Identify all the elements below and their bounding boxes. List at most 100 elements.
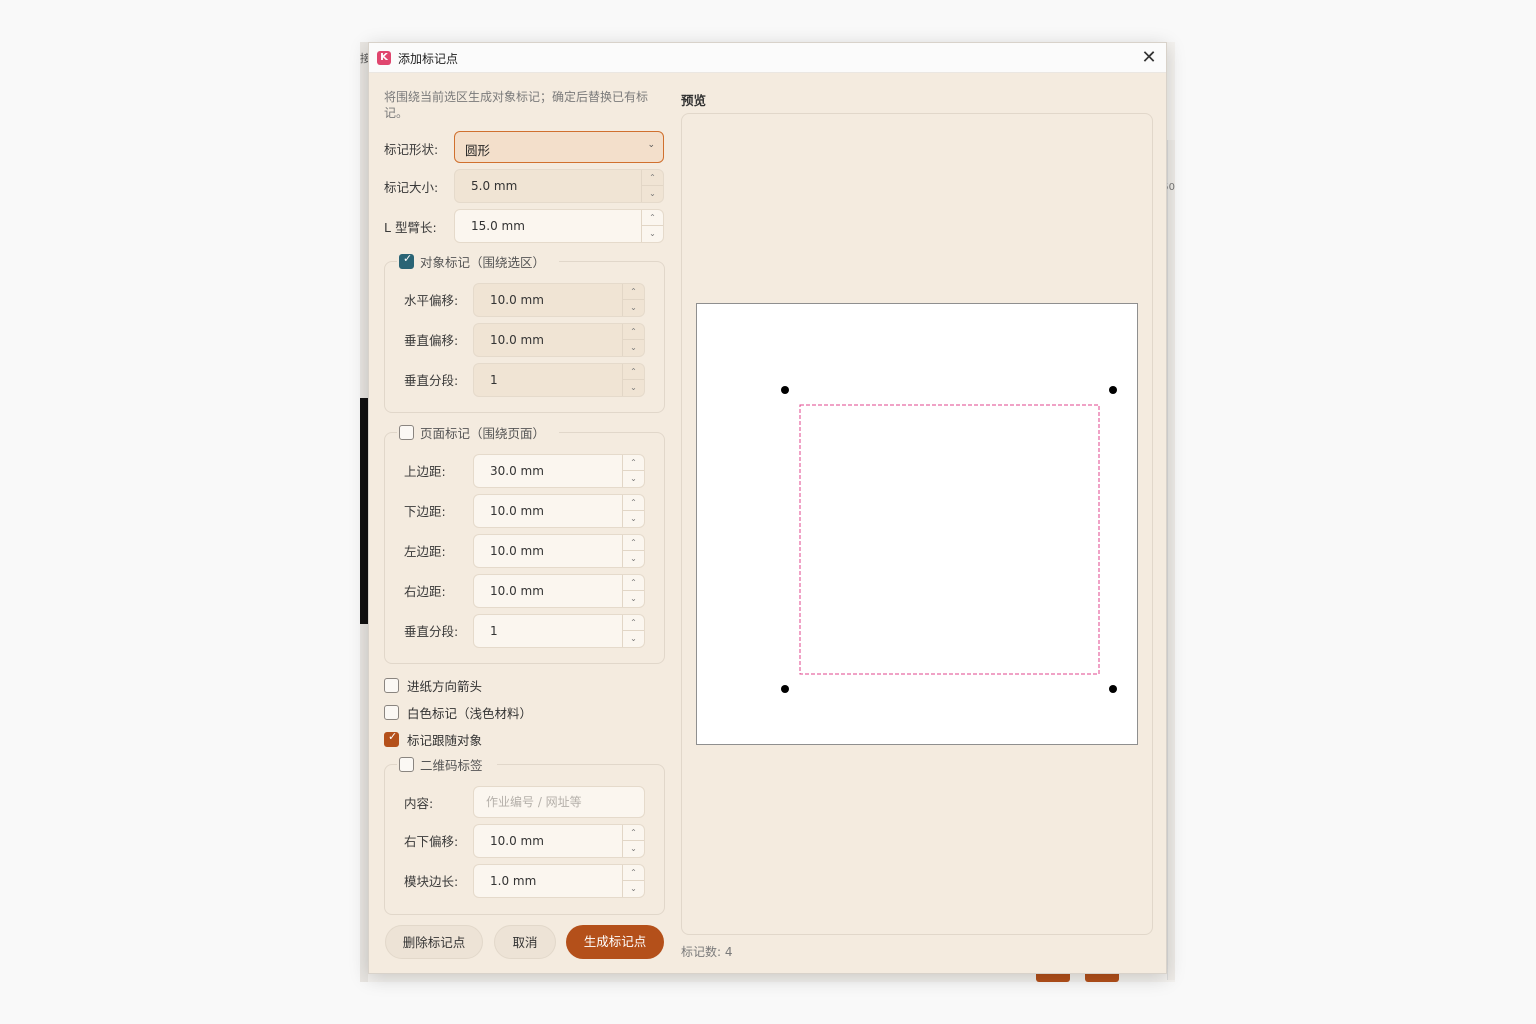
left-margin-label: 左边距: [404, 544, 446, 559]
spin-down-icon[interactable]: ⌄ [642, 226, 663, 242]
generate-markers-button[interactable]: 生成标记点 [566, 925, 664, 959]
bottom-margin-spinbox[interactable]: 10.0 mm ⌃ ⌄ [473, 494, 645, 528]
qr-offset-spinbox[interactable]: 10.0 mm ⌃ ⌄ [473, 824, 645, 858]
top-margin-label: 上边距: [404, 464, 446, 479]
marker-dot-top-right [1109, 386, 1117, 394]
spin-up-icon[interactable]: ⌃ [623, 575, 644, 591]
marker-dot-bottom-right [1109, 685, 1117, 693]
spin-down-icon[interactable]: ⌄ [623, 511, 644, 527]
object-marks-checkbox[interactable]: ✓ [399, 252, 414, 269]
cancel-button[interactable]: 取消 [494, 925, 556, 959]
v-offset-label: 垂直偏移: [404, 333, 459, 348]
right-margin-label: 右边距: [404, 584, 446, 599]
arm-length-label: L 型臂长: [384, 220, 437, 235]
top-margin-spinbox[interactable]: 30.0 mm ⌃ ⌄ [473, 454, 645, 488]
qr-content-label: 内容: [404, 796, 434, 811]
background-dark-panel [360, 398, 368, 624]
spin-up-icon[interactable]: ⌃ [623, 364, 644, 380]
spin-down-icon[interactable]: ⌄ [642, 186, 663, 202]
spin-down-icon[interactable]: ⌄ [623, 551, 644, 567]
qr-offset-value: 10.0 mm [490, 834, 544, 848]
size-value: 5.0 mm [471, 179, 518, 193]
background-button [1085, 974, 1119, 982]
dialog-description: 将围绕当前选区生成对象标记；确定后替换已有标记。 [384, 90, 649, 120]
app-icon: K [377, 51, 391, 65]
feed-arrow-label: 进纸方向箭头 [407, 679, 483, 694]
spin-down-icon[interactable]: ⌄ [623, 380, 644, 396]
page-marks-group: 页面标记（围绕页面） 上边距: 30.0 mm ⌃ ⌄ 下边距: 10.0 mm … [384, 423, 665, 664]
spin-up-icon[interactable]: ⌃ [642, 170, 663, 186]
shape-select[interactable]: 圆形 ⌄ [454, 131, 664, 163]
spin-down-icon[interactable]: ⌄ [623, 881, 644, 897]
right-margin-spinbox[interactable]: 10.0 mm ⌃ ⌄ [473, 574, 645, 608]
page-v-segments-value: 1 [490, 624, 498, 638]
right-margin-value: 10.0 mm [490, 584, 544, 598]
background-button [1036, 974, 1070, 982]
spin-down-icon[interactable]: ⌄ [623, 471, 644, 487]
spin-down-icon[interactable]: ⌄ [623, 591, 644, 607]
follow-object-option[interactable]: ✓ 标记跟随对象 [384, 730, 482, 749]
h-offset-label: 水平偏移: [404, 293, 459, 308]
page-marks-checkbox[interactable] [399, 425, 414, 440]
arm-length-value: 15.0 mm [471, 219, 525, 233]
qr-label-group: 二维码标签 内容: 右下偏移: 10.0 mm ⌃⌄ 模块边长: 1.0 mm … [384, 755, 665, 915]
v-segments-spinbox[interactable]: 1 ⌃ ⌄ [473, 363, 645, 397]
qr-module-spinbox[interactable]: 1.0 mm ⌃ ⌄ [473, 864, 645, 898]
bottom-margin-label: 下边距: [404, 504, 446, 519]
qr-module-label: 模块边长: [404, 874, 459, 889]
feed-arrow-checkbox[interactable] [384, 678, 399, 693]
spin-down-icon[interactable]: ⌄ [623, 300, 644, 316]
preview-title: 预览 [681, 93, 707, 108]
qr-module-value: 1.0 mm [490, 874, 537, 888]
v-segments-value: 1 [490, 373, 498, 387]
feed-arrow-option[interactable]: 进纸方向箭头 [384, 676, 482, 695]
delete-markers-button[interactable]: 删除标记点 [385, 925, 483, 959]
background-right-strip [1167, 140, 1175, 980]
spin-up-icon[interactable]: ⌃ [623, 495, 644, 511]
spin-down-icon[interactable]: ⌄ [623, 631, 644, 647]
spin-down-icon[interactable]: ⌄ [623, 841, 644, 857]
spin-down-icon[interactable]: ⌄ [623, 340, 644, 356]
shape-label: 标记形状: [384, 142, 439, 157]
spin-up-icon[interactable]: ⌃ [623, 865, 644, 881]
left-margin-value: 10.0 mm [490, 544, 544, 558]
v-segments-label: 垂直分段: [404, 373, 459, 388]
preview-canvas [696, 303, 1138, 745]
object-marks-label: 对象标记（围绕选区） [420, 255, 546, 270]
qr-offset-label: 右下偏移: [404, 834, 459, 849]
v-offset-spinbox[interactable]: 10.0 mm ⌃ ⌄ [473, 323, 645, 357]
qr-content-input[interactable] [473, 786, 645, 818]
size-spinbox[interactable]: 5.0 mm ⌃ ⌄ [454, 169, 664, 203]
close-icon: ✕ [1141, 47, 1157, 68]
white-marks-checkbox[interactable] [384, 705, 399, 720]
spin-up-icon[interactable]: ⌃ [623, 455, 644, 471]
page-v-segments-spinbox[interactable]: 1 ⌃ ⌄ [473, 614, 645, 648]
qr-label-checkbox[interactable] [399, 757, 414, 772]
qr-content-field[interactable] [474, 787, 644, 817]
left-margin-spinbox[interactable]: 10.0 mm ⌃ ⌄ [473, 534, 645, 568]
marker-dot-top-left [781, 386, 789, 394]
shape-select-value: 圆形 [465, 143, 491, 158]
v-offset-value: 10.0 mm [490, 333, 544, 347]
spin-up-icon[interactable]: ⌃ [642, 210, 663, 226]
bottom-margin-value: 10.0 mm [490, 504, 544, 518]
spin-up-icon[interactable]: ⌃ [623, 615, 644, 631]
dialog-title: 添加标记点 [398, 52, 459, 66]
spin-up-icon[interactable]: ⌃ [623, 825, 644, 841]
spin-up-icon[interactable]: ⌃ [623, 535, 644, 551]
close-button[interactable]: ✕ [1138, 47, 1160, 69]
h-offset-spinbox[interactable]: 10.0 mm ⌃ ⌄ [473, 283, 645, 317]
preview-drawing [781, 386, 1117, 693]
check-icon: ✓ [388, 730, 398, 743]
spin-up-icon[interactable]: ⌃ [623, 324, 644, 340]
arm-length-spinbox[interactable]: 15.0 mm ⌃ ⌄ [454, 209, 664, 243]
spin-up-icon[interactable]: ⌃ [623, 284, 644, 300]
preview-panel [681, 113, 1153, 935]
size-label: 标记大小: [384, 180, 439, 195]
marker-dot-bottom-left [781, 685, 789, 693]
white-marks-label: 白色标记（浅色材料） [407, 706, 533, 721]
follow-object-checkbox[interactable]: ✓ [384, 730, 399, 747]
dialog-titlebar: K 添加标记点 ✕ [369, 43, 1166, 73]
add-marker-dialog: K 添加标记点 ✕ 将围绕当前选区生成对象标记；确定后替换已有标记。 标记形状:… [368, 42, 1167, 974]
white-marks-option[interactable]: 白色标记（浅色材料） [384, 703, 532, 722]
